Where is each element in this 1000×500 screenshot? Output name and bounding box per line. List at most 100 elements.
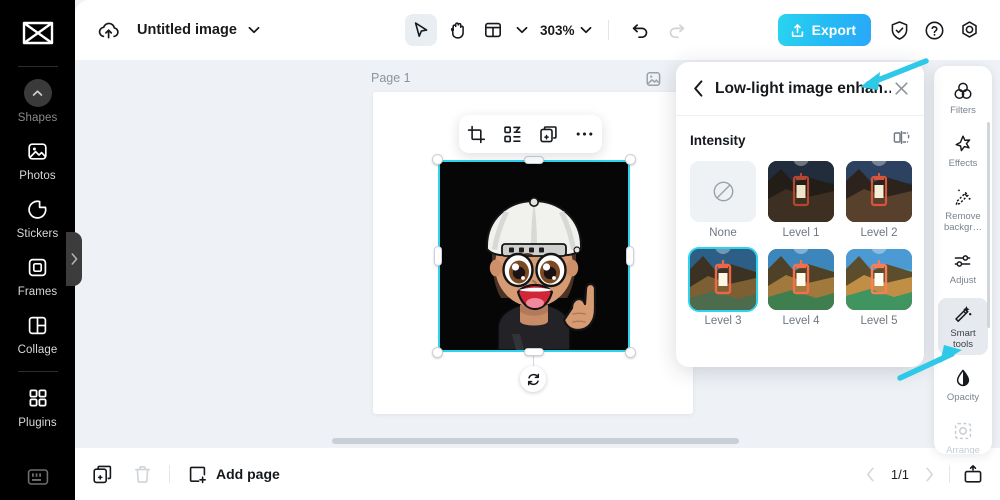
chevron-right-icon (71, 253, 77, 265)
select-tool-button[interactable] (405, 14, 437, 46)
chevron-down-icon (516, 26, 528, 34)
ellipsis-icon (576, 132, 592, 136)
chevron-left-icon (693, 80, 702, 97)
right-rail-scrollbar[interactable] (987, 122, 990, 328)
before-after-compare-icon (893, 131, 910, 144)
sidebar-item-photos[interactable]: Photos (0, 137, 75, 182)
lantern-preview (690, 249, 756, 310)
app-logo[interactable] (21, 0, 55, 66)
duplicate-button[interactable] (535, 121, 561, 147)
panel-close-button[interactable] (891, 79, 911, 99)
page-label: Page 1 (371, 71, 411, 85)
sidebar-item-label: Frames (17, 286, 58, 298)
sidebar-shortcuts-button[interactable] (0, 468, 75, 486)
object-nodes-button[interactable] (500, 121, 526, 147)
tool-arrange[interactable]: Arrange (938, 415, 988, 454)
export-button[interactable]: Export (777, 14, 871, 46)
cloud-upload-button[interactable] (95, 17, 121, 43)
next-page-button[interactable] (919, 464, 939, 484)
add-page-button[interactable]: Add page (188, 465, 280, 484)
before-after-compare-button[interactable] (893, 130, 910, 150)
hand-icon (450, 21, 464, 39)
document-title[interactable]: Untitled image (137, 22, 237, 38)
page-thumbnail-button[interactable] (645, 70, 663, 88)
prev-page-button[interactable] (861, 464, 881, 484)
tool-remove-background[interactable]: Remove backgr… (938, 181, 988, 238)
object-toolbar (459, 115, 602, 153)
panel-back-button[interactable] (689, 80, 707, 98)
sidebar-item-stickers[interactable]: Stickers (0, 195, 75, 240)
bottom-divider (169, 465, 170, 483)
zoom-control[interactable]: 303% (540, 23, 592, 38)
sidebar-item-plugins[interactable]: Plugins (0, 384, 75, 429)
cursor-arrow-icon (414, 22, 428, 37)
canvas-horizontal-scrollbar[interactable] (332, 438, 739, 444)
upload-share-icon (791, 23, 803, 37)
chevron-right-icon (925, 467, 933, 481)
selected-object[interactable] (432, 154, 636, 392)
crop-tool-button[interactable] (464, 121, 490, 147)
duplicate-page-button[interactable] (89, 461, 115, 487)
panel-header: Low-light image enhan… (676, 62, 924, 116)
tool-filters[interactable]: Filters (938, 75, 988, 121)
crop-icon (468, 125, 486, 143)
more-options-button[interactable] (571, 121, 597, 147)
resize-handle-bottom-right[interactable] (625, 347, 636, 358)
intensity-option-level-4[interactable]: Level 4 (768, 249, 834, 327)
tool-label: Adjust (949, 275, 977, 286)
selected-image[interactable] (438, 160, 630, 352)
resize-handle-left[interactable] (434, 246, 442, 266)
resize-handle-top[interactable] (524, 156, 544, 164)
tool-opacity[interactable]: Opacity (938, 362, 988, 408)
add-page-icon (189, 466, 206, 483)
sidebar-item-collage[interactable]: Collage (0, 311, 75, 356)
settings-button[interactable] (954, 15, 984, 45)
sidebar-item-shapes[interactable]: Shapes (0, 79, 75, 124)
resize-handle-top-left[interactable] (432, 154, 443, 165)
resize-handle-bottom[interactable] (524, 348, 544, 356)
undo-button[interactable] (625, 14, 657, 46)
intensity-option-level-2[interactable]: Level 2 (846, 161, 912, 239)
shield-check-icon (891, 20, 907, 40)
opacity-droplet-icon (953, 368, 973, 388)
help-button[interactable] (919, 15, 949, 45)
tool-smart-tools[interactable]: Smart tools (938, 298, 988, 355)
fit-screen-icon (964, 465, 982, 483)
intensity-option-level-1[interactable]: Level 1 (768, 161, 834, 239)
delete-page-button[interactable] (129, 461, 155, 487)
page-indicator: 1/1 (890, 466, 909, 482)
resize-handle-top-right[interactable] (625, 154, 636, 165)
keyboard-shortcuts-icon (27, 469, 48, 485)
chevron-left-icon (867, 467, 875, 481)
sidebar-item-label: Collage (17, 344, 58, 356)
resize-handle-bottom-left[interactable] (432, 347, 443, 358)
intensity-option-none[interactable]: None (690, 161, 756, 239)
layout-dropdown[interactable] (516, 26, 528, 34)
intensity-option-level-3[interactable]: Level 3 (690, 249, 756, 327)
tool-label: Filters (950, 105, 976, 116)
document-title-dropdown[interactable] (248, 26, 260, 34)
tool-adjust[interactable]: Adjust (938, 245, 988, 291)
resize-handle-right[interactable] (626, 246, 634, 266)
option-label: Level 3 (704, 315, 742, 327)
magic-wand-icon (953, 304, 973, 324)
hand-tool-button[interactable] (441, 14, 473, 46)
tool-label: Arrange (946, 445, 980, 454)
rotate-handle[interactable] (520, 366, 546, 392)
fit-screen-button[interactable] (960, 461, 986, 487)
remove-bg-brush-icon (953, 187, 973, 207)
sidebar-collapse-toggle[interactable] (66, 232, 82, 286)
duplicate-page-icon (92, 465, 111, 483)
sidebar-item-frames[interactable]: Frames (0, 253, 75, 298)
sidebar-item-label: Photos (19, 170, 56, 182)
tool-effects[interactable]: Effects (938, 128, 988, 174)
option-label: Level 5 (860, 315, 898, 327)
layout-panel-icon (484, 22, 501, 38)
top-right-actions: Export (777, 14, 984, 46)
lantern-preview (846, 249, 912, 310)
tool-label: Smart tools (950, 328, 976, 350)
redo-button[interactable] (661, 14, 693, 46)
layout-tool-button[interactable] (477, 14, 509, 46)
shield-check-button[interactable] (884, 15, 914, 45)
intensity-option-level-5[interactable]: Level 5 (846, 249, 912, 327)
